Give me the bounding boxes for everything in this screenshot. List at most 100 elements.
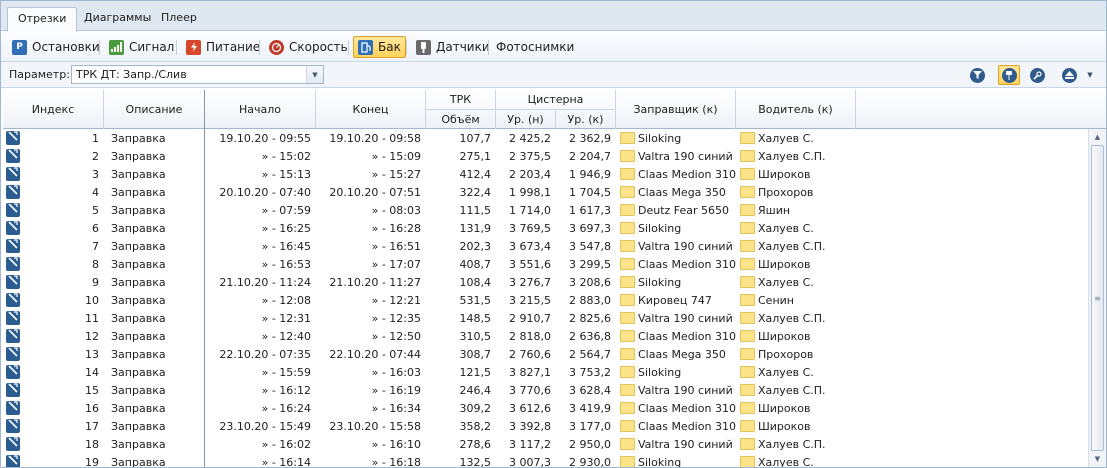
cell-index: 14 [85, 366, 99, 379]
parameter-select[interactable]: ТРК ДТ: Запр./Слив ▼ [71, 65, 324, 84]
table-row[interactable]: 18 Заправка » - 16:02 » - 16:10 278,6 3 117,2… [3, 435, 1087, 453]
cell-driver: Широков [758, 402, 811, 415]
stops-button[interactable]: P Остановки [7, 36, 105, 58]
cell-level-start: 2 760,6 [509, 348, 551, 361]
folder-icon [740, 168, 755, 180]
table-row[interactable]: 19 Заправка » - 16:14 » - 16:18 132,5 3 007,3… [3, 453, 1087, 467]
table-row[interactable]: 1 Заправка 19.10.20 - 09:55 19.10.20 - 09:5… [3, 129, 1087, 147]
cell-fueler: Siloking [638, 366, 682, 379]
cell-level-start: 2 910,7 [509, 312, 551, 325]
cell-volume: 278,6 [459, 438, 492, 451]
cell-fueler: Siloking [638, 456, 682, 467]
cell-start: » - 15:02 [261, 150, 311, 163]
table-row[interactable]: 5 Заправка » - 07:59 » - 08:03 111,5 1 714,0 1… [3, 201, 1087, 219]
cell-start: 22.10.20 - 07:35 [219, 348, 311, 361]
folder-icon [740, 258, 755, 270]
cell-level-start: 3 007,3 [509, 456, 551, 467]
tab-segments[interactable]: Отрезки [7, 7, 78, 32]
table-row[interactable]: 17 Заправка 23.10.20 - 15:49 23.10.20 - 15:… [3, 417, 1087, 435]
table-row[interactable]: 3 Заправка » - 15:13 » - 15:27 412,4 2 203,4 1… [3, 165, 1087, 183]
signal-button[interactable]: Сигнал [104, 36, 179, 58]
cell-end: » - 12:50 [371, 330, 421, 343]
cell-description: Заправка [111, 186, 166, 199]
folder-icon [740, 294, 755, 306]
cell-index: 18 [85, 438, 99, 451]
filter-button[interactable] [966, 65, 988, 85]
fuel-pump-icon [6, 167, 20, 181]
column-header-fueler[interactable]: Заправщик (к) [616, 90, 736, 129]
column-header-start[interactable]: Начало [205, 90, 316, 129]
cell-driver: Халуев С.П. [758, 150, 826, 163]
cell-fueler: Deutz Fear 5650 [638, 204, 730, 217]
cell-description: Заправка [111, 240, 166, 253]
table-row[interactable]: 2 Заправка » - 15:02 » - 15:09 275,1 2 375,5 2… [3, 147, 1087, 165]
cell-description: Заправка [111, 384, 166, 397]
table-row[interactable]: 13 Заправка 22.10.20 - 07:35 22.10.20 - 07:… [3, 345, 1087, 363]
chevron-down-icon[interactable]: ▼ [306, 66, 323, 83]
column-header-volume[interactable]: Объём [426, 109, 496, 129]
cell-fueler: Valtra 190 синий [638, 312, 733, 325]
folder-icon [740, 438, 755, 450]
cell-description: Заправка [111, 420, 166, 433]
folder-icon [620, 330, 635, 342]
cell-fueler: Siloking [638, 222, 682, 235]
table-row[interactable]: 6 Заправка » - 16:25 » - 16:28 131,9 3 769,5 3… [3, 219, 1087, 237]
column-header-description[interactable]: Описание [104, 90, 205, 129]
cell-end: » - 17:07 [371, 258, 421, 271]
table-row[interactable]: 16 Заправка » - 16:24 » - 16:34 309,2 3 612,6… [3, 399, 1087, 417]
signal-icon [109, 39, 124, 55]
cell-volume: 111,5 [459, 204, 492, 217]
cell-level-end: 2 950,0 [569, 438, 611, 451]
scroll-up-icon[interactable]: ▲ [1090, 129, 1105, 144]
table-row[interactable]: 7 Заправка » - 16:45 » - 16:51 202,3 3 673,4 3… [3, 237, 1087, 255]
table-row[interactable]: 12 Заправка » - 12:40 » - 12:50 310,5 2 818,0… [3, 327, 1087, 345]
tank-button[interactable]: Бак [353, 36, 406, 58]
table-row[interactable]: 9 Заправка 21.10.20 - 11:24 21.10.20 - 11:2… [3, 273, 1087, 291]
cell-fueler: Valtra 190 синий [638, 240, 733, 253]
table-row[interactable]: 15 Заправка » - 16:12 » - 16:19 246,4 3 770,6… [3, 381, 1087, 399]
column-header-end[interactable]: Конец [316, 90, 426, 129]
pin-button[interactable] [998, 65, 1020, 85]
eject-button[interactable] [1058, 65, 1080, 85]
cell-start: » - 15:59 [261, 366, 311, 379]
table-row[interactable]: 11 Заправка » - 12:31 » - 12:35 148,5 2 910,7… [3, 309, 1087, 327]
cell-volume: 131,9 [459, 222, 492, 235]
cell-description: Заправка [111, 402, 166, 415]
cell-end: » - 15:09 [371, 150, 421, 163]
cell-level-end: 1 617,3 [569, 204, 611, 217]
parameter-bar: Параметр: ТРК ДТ: Запр./Слив ▼ ▼ [1, 62, 1106, 88]
cell-start: » - 16:25 [261, 222, 311, 235]
photos-button[interactable]: Фотоснимки [491, 36, 579, 58]
cell-level-start: 2 375,5 [509, 150, 551, 163]
scroll-down-icon[interactable]: ▼ [1090, 451, 1105, 466]
more-button[interactable]: ▼ [1082, 65, 1098, 85]
cell-start: 19.10.20 - 09:55 [219, 132, 311, 145]
speedometer-icon [269, 39, 284, 55]
column-header-level-start[interactable]: Ур. (н) [496, 109, 556, 129]
cell-fueler: Valtra 190 синий [638, 438, 733, 451]
fuel-tank-icon [358, 39, 373, 55]
sensors-button[interactable]: Датчики [411, 36, 495, 58]
vertical-scrollbar[interactable]: ▲ ≡ ▼ [1088, 129, 1106, 467]
tab-diagrams[interactable]: Диаграммы [74, 7, 161, 31]
settings-button[interactable] [1026, 65, 1048, 85]
column-header-index[interactable]: Индекс [3, 90, 104, 129]
fuel-pump-icon [6, 347, 20, 361]
column-header-driver[interactable]: Водитель (к) [736, 90, 856, 129]
table-row[interactable]: 14 Заправка » - 15:59 » - 16:03 121,5 3 827,1… [3, 363, 1087, 381]
table-row[interactable]: 4 Заправка 20.10.20 - 07:40 20.10.20 - 07:5… [3, 183, 1087, 201]
cell-volume: 121,5 [459, 366, 492, 379]
speed-button[interactable]: Скорость [264, 36, 353, 58]
scroll-thumb[interactable]: ≡ [1091, 145, 1104, 451]
table-row[interactable]: 10 Заправка » - 12:08 » - 12:21 531,5 3 215,5… [3, 291, 1087, 309]
cell-start: 21.10.20 - 11:24 [219, 276, 311, 289]
folder-icon [620, 276, 635, 288]
tab-player[interactable]: Плеер [151, 7, 207, 31]
power-button[interactable]: Питание [181, 36, 265, 58]
cell-start: » - 16:14 [261, 456, 311, 467]
cell-description: Заправка [111, 258, 166, 271]
column-header-level-end[interactable]: Ур. (к) [556, 109, 616, 129]
cell-description: Заправка [111, 456, 166, 467]
cell-driver: Широков [758, 168, 811, 181]
table-row[interactable]: 8 Заправка » - 16:53 » - 17:07 408,7 3 551,6 3… [3, 255, 1087, 273]
